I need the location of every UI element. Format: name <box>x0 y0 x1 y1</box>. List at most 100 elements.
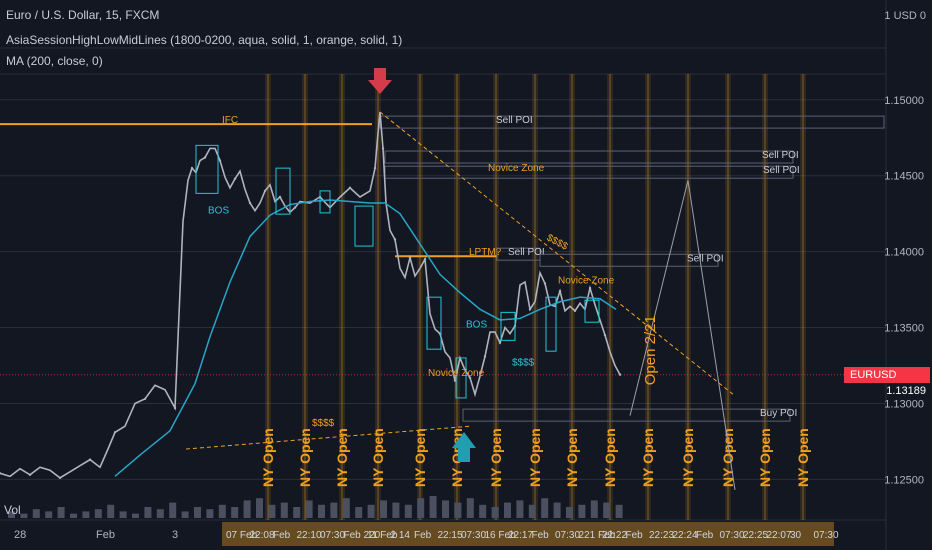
price-point <box>423 258 427 261</box>
volume-bar <box>268 504 276 518</box>
volume-bar <box>429 496 437 518</box>
price-point <box>28 473 32 477</box>
x-overlay-label: Feb <box>532 530 550 541</box>
price-point <box>233 177 237 180</box>
price-point <box>58 476 62 480</box>
chart-annotation: BOS <box>208 206 229 217</box>
price-point <box>603 333 607 337</box>
volume-bar <box>578 504 586 518</box>
volume-bar <box>293 507 301 518</box>
volume-bar <box>82 511 90 518</box>
price-point <box>248 201 252 205</box>
volume-bar <box>367 504 375 518</box>
price-point <box>588 286 592 290</box>
currency-label: 1 USD 0 <box>884 10 926 22</box>
current-price-tag: EURUSD 1.13189 <box>844 366 930 397</box>
y-tick-label: 1.12500 <box>884 474 924 486</box>
y-tick-label: 1.13500 <box>884 323 924 335</box>
volume-bar <box>342 498 350 518</box>
level-label: Sell POI <box>763 165 800 176</box>
ny-open-label: NY Open <box>527 428 543 487</box>
volume-label: Vol <box>4 503 21 517</box>
volume-bar <box>132 513 139 518</box>
price-point <box>88 458 92 461</box>
ny-open-label: NY Open <box>680 428 696 487</box>
chart-canvas[interactable]: 1.15000 1.14500 1.14000 1.13500 1.13000 1.125… <box>0 0 932 550</box>
price-point <box>558 289 562 293</box>
level-label: Sell POI <box>496 115 533 126</box>
volume-bar <box>504 502 511 518</box>
volume-bar <box>256 498 263 518</box>
chart-annotation: Novice Zone <box>558 276 615 287</box>
chart-annotation: Open 2/21 <box>642 315 659 385</box>
ny-open-label: NY Open <box>564 428 580 487</box>
volume-bar <box>442 500 449 518</box>
x-tick-label: Feb <box>96 529 115 541</box>
ny-open-label: NY Open <box>412 428 428 487</box>
chart-annotation: Novice Zone <box>488 163 545 174</box>
chart-annotation: Novice Zone <box>428 368 485 379</box>
volume-bar <box>119 511 127 518</box>
volume-bar <box>94 509 102 518</box>
volume-bar <box>553 502 561 518</box>
volume-bar <box>355 507 363 518</box>
price-point <box>293 206 297 209</box>
y-tick-label: 1.14000 <box>884 247 924 259</box>
volume-bar <box>417 498 425 518</box>
price-point <box>498 341 502 344</box>
volume-bar <box>466 498 474 518</box>
x-overlay-label: 07:30 <box>320 530 345 541</box>
volume-bar <box>305 500 313 518</box>
ny-open-label: NY Open <box>488 428 504 487</box>
x-overlay-label: 22:23 <box>649 530 674 541</box>
x-overlay-label: 07:30 <box>555 530 580 541</box>
x-overlay-label: 2 14 <box>391 530 411 541</box>
volume-bar <box>32 509 40 518</box>
ny-open-label: NY Open <box>370 428 386 487</box>
price-point <box>173 406 177 410</box>
price-point <box>543 282 547 285</box>
price-point <box>573 309 577 313</box>
x-overlay-label: 07:30 <box>814 530 839 541</box>
ny-open-label: NY Open <box>757 428 773 487</box>
volume-bar <box>206 509 214 518</box>
volume-bar <box>330 502 338 518</box>
symbol-title[interactable]: Euro / U.S. Dollar, 15, FXCM <box>6 8 159 22</box>
volume-bar <box>404 504 412 518</box>
price-point <box>373 166 377 170</box>
x-overlay-label: 30 <box>790 530 802 541</box>
chart-annotation: $$$$ <box>312 418 335 429</box>
volume-bar <box>603 502 611 518</box>
x-overlay-label: 07:30 <box>461 530 486 541</box>
price-point <box>263 189 267 193</box>
ma-legend[interactable]: MA (200, close, 0) <box>6 54 103 68</box>
volume-bar <box>231 507 239 518</box>
volume-bar <box>454 502 462 518</box>
volume-bar <box>243 500 251 518</box>
volume-bar <box>20 513 28 518</box>
x-overlay-label: Feb <box>626 530 644 541</box>
volume-bar <box>156 509 164 518</box>
indicator-legend[interactable]: AsiaSessionHighLowMidLines (1800-0200, a… <box>6 33 402 47</box>
volume-bar <box>70 513 77 518</box>
y-tick-label: 1.15000 <box>884 95 924 107</box>
volume-bar <box>528 504 536 518</box>
y-tick-label: 1.14500 <box>884 171 924 183</box>
chart-annotation: $$$$ <box>512 358 535 369</box>
price-point <box>278 195 282 199</box>
price-point <box>381 147 385 150</box>
x-overlay-label: 07:30 <box>720 530 745 541</box>
x-overlay-label: 22:22 <box>602 530 627 541</box>
price-point <box>483 355 487 358</box>
volume-bar <box>280 502 288 518</box>
volume-bar <box>169 502 177 518</box>
x-overlay-label: 22:24 <box>673 530 698 541</box>
x-tick-label: 3 <box>172 529 178 541</box>
volume-bar <box>615 504 623 518</box>
ny-open-label: NY Open <box>795 428 811 487</box>
volume-bar <box>479 504 487 518</box>
volume-bar <box>57 507 65 518</box>
ny-open-label: NY Open <box>297 428 313 487</box>
x-overlay-label: 22:15 <box>438 530 463 541</box>
volume-bar <box>194 507 201 518</box>
